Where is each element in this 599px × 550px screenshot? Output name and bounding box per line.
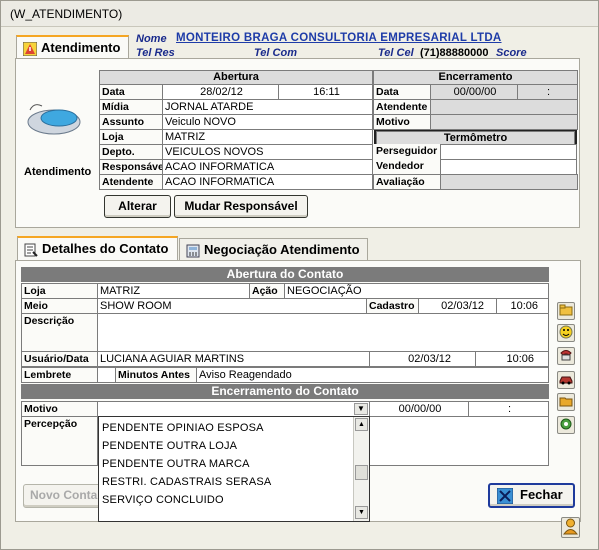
- dropdown-scrollbar[interactable]: ▲ ▼: [353, 417, 369, 521]
- percepcao-label: Percepção: [21, 416, 98, 466]
- mouse-icon: [24, 100, 82, 140]
- responsavel-value[interactable]: ACAO INFORMATICA: [162, 159, 373, 175]
- car-icon[interactable]: [557, 371, 575, 389]
- motivo-label: Motivo: [21, 401, 98, 417]
- enc-hora-value[interactable]: :: [517, 84, 578, 100]
- descricao-field[interactable]: [97, 313, 549, 352]
- novo-button-label: Novo Conta: [30, 488, 98, 502]
- motivo-select[interactable]: ▼: [97, 401, 370, 417]
- list-item[interactable]: PENDENTE OPINIAO ESPOSA: [99, 419, 354, 437]
- usuario-label: Usuário/Data: [21, 351, 98, 367]
- assunto-label: Assunto: [99, 114, 163, 130]
- list-item[interactable]: PENDENTE OUTRA MARCA: [99, 455, 354, 473]
- window-title: (W_ATENDIMENTO): [1, 1, 598, 27]
- list-item[interactable]: RESTRI. CADASTRAIS SERASA: [99, 473, 354, 491]
- phone-icon[interactable]: [557, 347, 575, 365]
- lembrete-label: Lembrete: [21, 367, 98, 383]
- hazard-icon: [22, 41, 38, 57]
- assunto-value[interactable]: Veiculo NOVO: [162, 114, 373, 130]
- perseguidor-value[interactable]: [440, 144, 577, 160]
- cadastro-label: Cadastro: [366, 298, 419, 314]
- scroll-up-icon[interactable]: ▲: [355, 418, 368, 431]
- contato-loja-value[interactable]: MATRIZ: [97, 283, 250, 299]
- tab-detalhes[interactable]: Detalhes do Contato: [17, 236, 178, 261]
- enc-data-value[interactable]: 00/00/00: [430, 84, 518, 100]
- minutos-label: Minutos Antes: [115, 367, 197, 383]
- cadastro-data[interactable]: 02/03/12: [418, 298, 497, 314]
- acao-value[interactable]: NEGOCIAÇÃO: [284, 283, 549, 299]
- gear-icon[interactable]: [557, 416, 575, 434]
- fechar-button-label: Fechar: [520, 487, 563, 502]
- atendimento-caption: Atendimento: [24, 166, 92, 178]
- abertura-contato-header: Abertura do Contato: [21, 267, 549, 282]
- cadastro-hora[interactable]: 10:06: [496, 298, 549, 314]
- usuario-data[interactable]: 02/03/12: [369, 351, 476, 367]
- document-icon: [24, 242, 38, 257]
- nome-link[interactable]: MONTEIRO BRAGA CONSULTORIA EMPRESARIAL L…: [176, 32, 502, 44]
- atendente-value[interactable]: ACAO INFORMATICA: [162, 174, 373, 190]
- tab-negociacao-label: Negociação Atendimento: [204, 242, 360, 257]
- meio-label: Meio: [21, 298, 98, 314]
- mudar-responsavel-button[interactable]: Mudar Responsável: [174, 195, 308, 218]
- minutos-value[interactable]: Aviso Reagendado: [196, 367, 549, 383]
- avaliacao-label: Avaliação: [373, 174, 441, 190]
- scroll-thumb[interactable]: [355, 465, 368, 480]
- vendedor-label: Vendedor: [374, 159, 441, 175]
- midia-label: Mídia: [99, 99, 163, 115]
- nome-label: Nome: [136, 33, 167, 45]
- depto-value[interactable]: VEICULOS NOVOS: [162, 144, 373, 160]
- acao-label: Ação: [249, 283, 285, 299]
- abertura-header: Abertura: [99, 70, 373, 85]
- meio-value[interactable]: SHOW ROOM: [97, 298, 367, 314]
- list-item[interactable]: SERVIÇO CONCLUIDO: [99, 491, 354, 509]
- alterar-button[interactable]: Alterar: [104, 195, 171, 218]
- loja-value[interactable]: MATRIZ: [162, 129, 373, 145]
- vendedor-value[interactable]: [440, 159, 577, 175]
- encerramento-contato-header: Encerramento do Contato: [21, 384, 549, 399]
- usuario-hora[interactable]: 10:06: [475, 351, 549, 367]
- descricao-label: Descrição: [21, 313, 98, 352]
- novo-contato-button[interactable]: Novo Conta: [23, 484, 101, 508]
- responsavel-label: Responsável: [99, 159, 167, 175]
- open-folder-icon[interactable]: [557, 393, 575, 411]
- enc-motivo-label: Motivo: [373, 114, 431, 130]
- chevron-down-icon[interactable]: ▼: [354, 403, 368, 415]
- hora-value[interactable]: 16:11: [278, 84, 373, 100]
- smiley-icon[interactable]: [557, 324, 575, 342]
- depto-label: Depto.: [99, 144, 163, 160]
- list-item[interactable]: PENDENTE OUTRA LOJA: [99, 437, 354, 455]
- motivo-data[interactable]: 00/00/00: [369, 401, 469, 417]
- alterar-button-label: Alterar: [118, 199, 157, 213]
- tab-atendimento[interactable]: Atendimento: [16, 35, 129, 59]
- encerramento-header: Encerramento: [373, 70, 578, 85]
- avaliacao-value[interactable]: [440, 174, 578, 190]
- loja-label: Loja: [99, 129, 163, 145]
- scroll-down-icon[interactable]: ▼: [355, 506, 368, 519]
- enc-motivo-value[interactable]: [430, 114, 578, 130]
- tab-atendimento-label: Atendimento: [41, 40, 121, 55]
- motivo-dropdown-list[interactable]: PENDENTE OPINIAO ESPOSA PENDENTE OUTRA L…: [98, 416, 370, 522]
- fechar-button[interactable]: Fechar: [488, 483, 575, 508]
- calculator-icon: [186, 243, 200, 258]
- tab-detalhes-label: Detalhes do Contato: [42, 241, 169, 256]
- enc-data-label: Data: [373, 84, 431, 100]
- midia-value[interactable]: JORNAL ATARDE: [162, 99, 373, 115]
- mudar-button-label: Mudar Responsável: [184, 199, 298, 213]
- close-icon: [496, 487, 514, 510]
- usuario-value[interactable]: LUCIANA AGUIAR MARTINS: [97, 351, 370, 367]
- contato-loja-label: Loja: [21, 283, 98, 299]
- user-icon[interactable]: [561, 517, 580, 538]
- lembrete-checkbox[interactable]: [97, 367, 116, 383]
- atendente-label: Atendente: [99, 174, 163, 190]
- enc-atendente-label: Atendente: [373, 99, 431, 115]
- data-value[interactable]: 28/02/12: [162, 84, 279, 100]
- enc-atendente-value[interactable]: [430, 99, 578, 115]
- tab-negociacao[interactable]: Negociação Atendimento: [179, 238, 368, 260]
- folder-icon[interactable]: [557, 302, 575, 320]
- data-label: Data: [99, 84, 163, 100]
- perseguidor-label: Perseguidor: [374, 144, 441, 160]
- motivo-hora[interactable]: :: [468, 401, 549, 417]
